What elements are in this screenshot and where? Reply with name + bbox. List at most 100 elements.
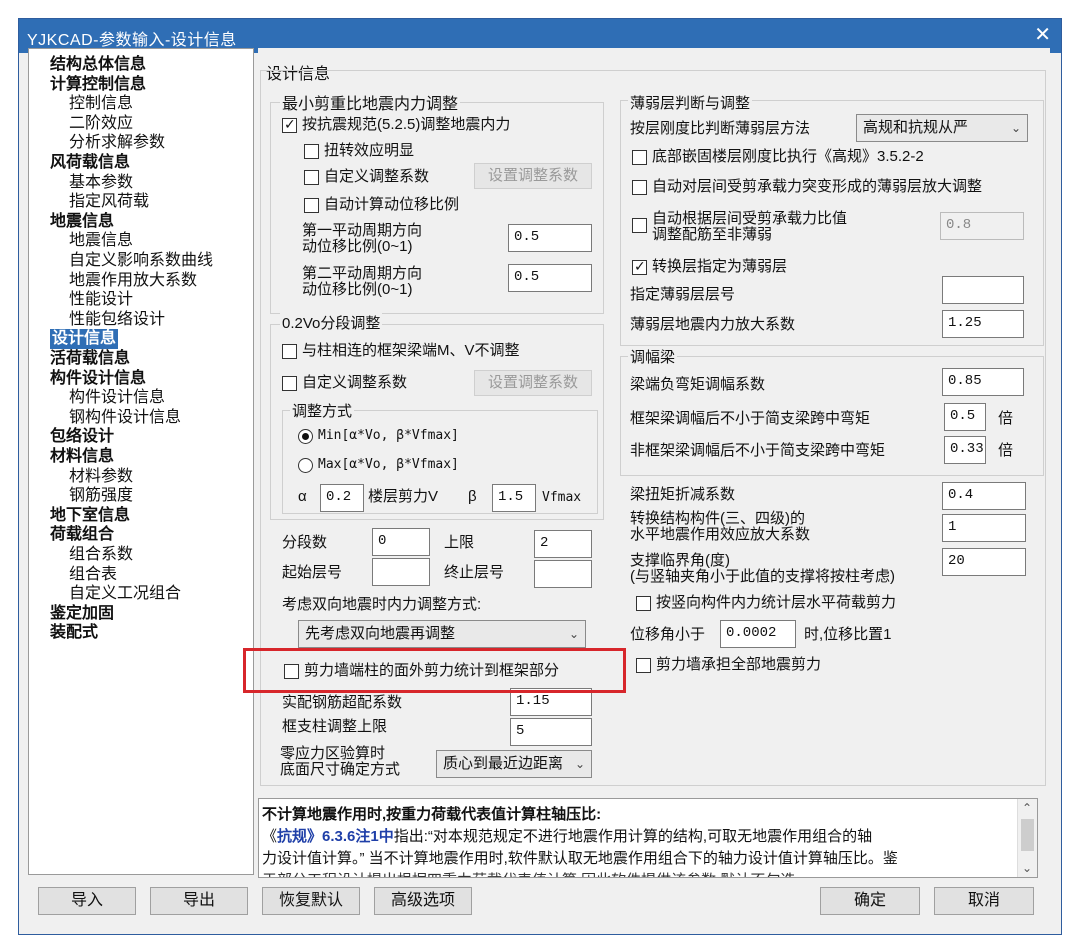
tree-item[interactable]: 地震信息 — [69, 231, 133, 251]
assign-input[interactable] — [942, 276, 1024, 304]
tree-item[interactable]: 控制信息 — [69, 94, 133, 114]
bidir-label: 考虑双向地震时内力调整方式: — [282, 596, 482, 613]
alpha-label: α — [298, 488, 307, 505]
tree-category[interactable]: 鉴定加固 — [50, 604, 114, 624]
tree-category[interactable]: 风荷载信息 — [50, 153, 130, 173]
tree-item[interactable]: 钢筋强度 — [69, 486, 133, 506]
frame-beam-input[interactable]: 0.5 — [944, 403, 986, 431]
info-panel[interactable]: 不计算地震作用时,按重力荷载代表值计算柱轴压比: 《抗规》6.3.6注1中指出:… — [258, 798, 1038, 878]
export-button[interactable]: 导出 — [150, 887, 248, 915]
scroll-down-icon[interactable]: ⌄ — [1022, 861, 1032, 875]
tree-item[interactable]: 自定义影响系数曲线 — [69, 251, 213, 271]
tree-item[interactable]: 性能设计 — [69, 290, 133, 310]
drift-input[interactable]: 0.0002 — [720, 620, 796, 648]
beam-end-checkbox[interactable] — [282, 344, 297, 359]
period1-input[interactable]: 0.5 — [508, 224, 592, 252]
tree-item[interactable]: 构件设计信息 — [69, 388, 165, 408]
transfer-checkbox[interactable] — [632, 258, 647, 275]
tree-category[interactable]: 装配式 — [50, 623, 98, 643]
beam-end-label: 与柱相连的框架梁端M、V不调整 — [302, 342, 520, 359]
segments-input[interactable]: 0 — [372, 528, 430, 556]
tree-item[interactable]: 二阶效应 — [69, 114, 133, 134]
auto-ratio-input[interactable]: 0.8 — [940, 212, 1024, 240]
transfer-amp-input[interactable]: 1 — [942, 514, 1026, 542]
brace-label-2: (与竖轴夹角小于此值的支撑将按柱考虑) — [630, 568, 895, 585]
amp-input[interactable]: 1.25 — [942, 310, 1024, 338]
zero-select[interactable]: 质心到最近边距离 ⌄ — [436, 750, 592, 778]
min-label: Min[α*Vo, β*Vfmax] — [318, 428, 459, 443]
alpha-input[interactable]: 0.2 — [320, 484, 364, 512]
by-code-checkbox[interactable] — [282, 116, 297, 133]
beta-input[interactable]: 1.5 — [492, 484, 536, 512]
bidir-select[interactable]: 先考虑双向地震再调整 ⌄ — [298, 620, 586, 648]
scroll-thumb[interactable] — [1021, 819, 1034, 851]
zero-label-2: 底面尺寸确定方式 — [280, 761, 401, 778]
beta-label: β — [468, 488, 477, 505]
tree-category[interactable]: 活荷载信息 — [50, 349, 130, 369]
tree-category[interactable]: 设计信息 — [50, 329, 119, 350]
weak-method-select[interactable]: 高规和抗规从严 ⌄ — [856, 114, 1028, 142]
end-floor-input[interactable] — [534, 560, 592, 588]
tree-category[interactable]: 包络设计 — [50, 427, 114, 447]
wall-all-checkbox[interactable] — [636, 658, 651, 673]
max-radio[interactable] — [298, 458, 313, 473]
tree-item[interactable]: 钢构件设计信息 — [69, 408, 181, 428]
tree-item[interactable]: 指定风荷载 — [69, 192, 149, 212]
custom-coef-checkbox-1[interactable] — [304, 170, 319, 185]
weak-method-value: 高规和抗规从严 — [863, 119, 969, 136]
info-line-4: 于部分工程设计提出根据四重力荷载代表值计算,因此软件提供该参数,默认不勾选。 — [262, 869, 810, 877]
brace-input[interactable]: 20 — [942, 548, 1026, 576]
close-icon[interactable]: ✕ — [1034, 23, 1051, 47]
period2-input[interactable]: 0.5 — [508, 264, 592, 292]
bidir-value: 先考虑双向地震再调整 — [305, 625, 456, 642]
custom-coef-checkbox-2[interactable] — [282, 376, 297, 391]
scroll-up-icon[interactable]: ⌃ — [1022, 801, 1032, 815]
start-floor-input[interactable] — [372, 558, 430, 586]
set-coef-button-1[interactable]: 设置调整系数 — [474, 163, 592, 189]
cancel-button[interactable]: 取消 — [934, 887, 1034, 915]
ok-button[interactable]: 确定 — [820, 887, 920, 915]
tree-category[interactable]: 荷载组合 — [50, 525, 114, 545]
set-coef-button-2[interactable]: 设置调整系数 — [474, 370, 592, 396]
advanced-options-button[interactable]: 高级选项 — [374, 887, 472, 915]
upper-input[interactable]: 2 — [534, 530, 592, 558]
vert-member-label: 按竖向构件内力统计层水平荷载剪力 — [656, 594, 897, 611]
frame-col-input[interactable]: 5 — [510, 718, 592, 746]
tree-category[interactable]: 结构总体信息 — [50, 55, 146, 75]
restore-default-button[interactable]: 恢复默认 — [262, 887, 360, 915]
tree-item[interactable]: 组合系数 — [69, 545, 133, 565]
tree-category[interactable]: 材料信息 — [50, 447, 114, 467]
tree-item[interactable]: 性能包络设计 — [69, 310, 165, 330]
auto-amplify-checkbox[interactable] — [632, 180, 647, 195]
tree-item[interactable]: 分析求解参数 — [69, 133, 165, 153]
period2-label-1: 第二平动周期方向 — [302, 265, 423, 282]
tree-category[interactable]: 地震信息 — [50, 212, 114, 232]
floor-shear-label: 楼层剪力V — [368, 488, 439, 505]
tree-category[interactable]: 计算控制信息 — [50, 75, 146, 95]
min-radio[interactable] — [298, 429, 313, 444]
v02-title: 0.2Vo分段调整 — [280, 312, 383, 333]
auto-ratio-label-1: 自动根据层间受剪承载力比值 — [652, 210, 848, 227]
info-line-2-ref: 抗规》6.3.6注1中 — [277, 828, 394, 845]
import-button[interactable]: 导入 — [38, 887, 136, 915]
torsion-reduce-input[interactable]: 0.4 — [942, 482, 1026, 510]
tree-item[interactable]: 自定义工况组合 — [69, 584, 181, 604]
tree-item[interactable]: 基本参数 — [69, 173, 133, 193]
info-scrollbar[interactable]: ⌃ ⌄ — [1017, 799, 1037, 877]
nonframe-beam-input[interactable]: 0.33 — [944, 436, 986, 464]
tree-item[interactable]: 地震作用放大系数 — [69, 271, 197, 291]
tree-item[interactable]: 材料参数 — [69, 467, 133, 487]
tree-item[interactable]: 组合表 — [69, 565, 117, 585]
auto-ratio-checkbox[interactable] — [632, 218, 647, 233]
vert-member-checkbox[interactable] — [636, 596, 651, 611]
bottom-fixed-checkbox[interactable] — [632, 150, 647, 165]
torsion-checkbox[interactable] — [304, 144, 319, 159]
tree-category[interactable]: 地下室信息 — [50, 506, 130, 526]
tree-category[interactable]: 构件设计信息 — [50, 369, 146, 389]
nav-tree[interactable]: 结构总体信息 计算控制信息 控制信息 二阶效应 分析求解参数 风荷载信息 基本参数 指定风荷载… — [28, 48, 254, 875]
transfer-amp-label-2: 水平地震作用效应放大系数 — [630, 526, 811, 543]
frame-beam-label: 框架梁调幅后不小于简支梁跨中弯矩 — [630, 410, 871, 427]
period1-label-1: 第一平动周期方向 — [302, 222, 423, 239]
auto-calc-checkbox[interactable] — [304, 198, 319, 213]
neg-moment-input[interactable]: 0.85 — [942, 368, 1024, 396]
